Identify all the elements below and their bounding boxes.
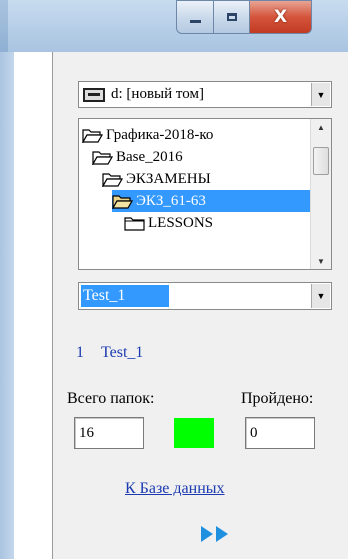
- title-bar: X: [0, 0, 348, 52]
- minimize-button[interactable]: [176, 0, 214, 34]
- passed-field[interactable]: 0: [245, 417, 315, 449]
- control-panel: d: [новый том] ▼ Графика-2018-ко Base_20…: [53, 52, 348, 559]
- maximize-button[interactable]: [214, 0, 250, 34]
- scroll-thumb[interactable]: [313, 147, 329, 175]
- folder-item-label: Base_2016: [116, 148, 183, 165]
- folder-item-label: LESSONS: [148, 214, 214, 231]
- scroll-down-icon[interactable]: ▼: [311, 253, 331, 269]
- window-content: d: [новый том] ▼ Графика-2018-ко Base_20…: [14, 52, 348, 559]
- folder-tree[interactable]: Графика-2018-ко Base_2016 ЭКЗАМЕНЫ ЭКЗ_6…: [78, 118, 332, 270]
- folder-icon: [124, 216, 145, 231]
- folder-item[interactable]: LESSONS: [124, 212, 213, 234]
- folder-item-selected[interactable]: ЭКЗ_61-63: [112, 190, 310, 212]
- arrow-right-icon: [216, 526, 228, 542]
- status-indicator: [174, 418, 214, 448]
- close-icon: X: [273, 7, 288, 27]
- drive-select-value: d: [новый том]: [111, 86, 204, 102]
- maximize-icon: [226, 13, 237, 21]
- open-folder-icon: [102, 172, 123, 187]
- total-folders-field[interactable]: 16: [74, 417, 144, 449]
- open-folder-icon: [92, 150, 113, 165]
- current-test-name: Test_1: [101, 344, 144, 361]
- title-bar-edge: [0, 0, 8, 52]
- passed-label: Пройдено:: [241, 390, 314, 407]
- left-pane: [14, 52, 53, 559]
- close-button[interactable]: X: [250, 0, 312, 34]
- chevron-down-icon: ▼: [316, 291, 326, 301]
- minimize-icon: [189, 19, 201, 23]
- drive-select[interactable]: d: [новый том] ▼: [78, 81, 332, 108]
- folder-item-label: ЭКЗАМЕНЫ: [126, 170, 211, 187]
- window-controls: X: [176, 0, 312, 35]
- folder-item-label: Графика-2018-ко: [106, 126, 214, 143]
- open-folder-icon: [82, 128, 103, 143]
- test-select-dropdown-button[interactable]: ▼: [311, 284, 330, 308]
- window-frame-left: [0, 52, 14, 559]
- total-folders-label: Всего папок:: [67, 390, 155, 407]
- database-link[interactable]: К Базе данных: [125, 480, 225, 498]
- open-folder-icon: [112, 194, 133, 209]
- scroll-up-icon[interactable]: ▲: [311, 119, 331, 135]
- drive-select-dropdown-button[interactable]: ▼: [311, 83, 330, 106]
- folder-item-label: ЭКЗ_61-63: [136, 192, 206, 209]
- drive-icon: [83, 88, 105, 102]
- arrow-right-icon: [201, 526, 213, 542]
- folder-item[interactable]: Графика-2018-ко: [82, 124, 213, 146]
- next-arrows-icon[interactable]: [201, 526, 228, 542]
- chevron-down-icon: ▼: [316, 89, 326, 100]
- test-select-value: Test_1: [81, 285, 169, 307]
- current-test-number: 1: [76, 344, 84, 361]
- folder-item[interactable]: ЭКЗАМЕНЫ: [102, 168, 211, 190]
- folder-item[interactable]: Base_2016: [92, 146, 183, 168]
- tree-scrollbar[interactable]: ▲ ▼: [310, 119, 331, 269]
- test-select[interactable]: Test_1 ▼: [78, 282, 332, 310]
